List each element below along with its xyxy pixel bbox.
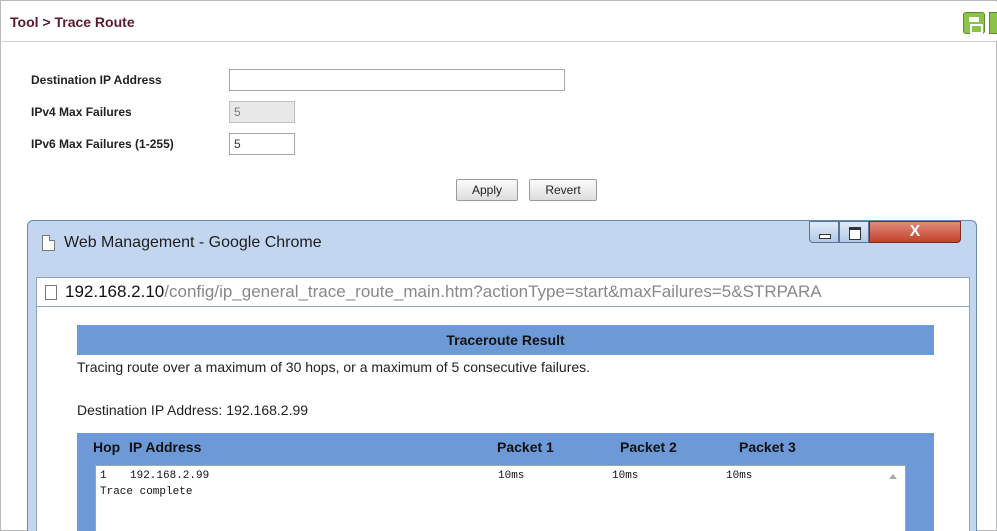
scroll-up-arrow-icon[interactable]	[889, 474, 897, 479]
window-title: Web Management - Google Chrome	[64, 234, 322, 251]
minimize-button[interactable]	[809, 221, 839, 243]
page-icon	[45, 285, 57, 300]
destination-line: Destination IP Address: 192.168.2.99	[77, 402, 308, 418]
row-packet-1: 10ms	[498, 470, 525, 482]
close-button[interactable]: X	[869, 221, 961, 243]
ipv4-max-failures-label: IPv4 Max Failures	[31, 105, 132, 119]
page-header: Tool > Trace Route	[2, 2, 997, 42]
page-icon	[42, 235, 55, 251]
row-hop: 1	[100, 470, 107, 482]
destination-value: 192.168.2.99	[226, 402, 309, 418]
ipv6-row: IPv6 Max Failures (1-255)	[31, 133, 311, 155]
column-packet-3: Packet 3	[739, 439, 796, 455]
column-packet-1: Packet 1	[497, 439, 554, 455]
dest-ip-row: Destination IP Address	[31, 69, 571, 91]
results-table: Hop IP Address Packet 1 Packet 2 Packet …	[77, 433, 934, 531]
row-packet-2: 10ms	[612, 470, 639, 482]
column-ip-address: IP Address	[129, 439, 202, 455]
ipv6-max-failures-label: IPv6 Max Failures (1-255)	[31, 137, 174, 151]
url-path: /config/ip_general_trace_route_main.htm?…	[164, 282, 822, 301]
dest-ip-label: Destination IP Address	[31, 73, 162, 87]
popup-content: Traceroute Result Tracing route over a m…	[36, 307, 970, 531]
help-icon[interactable]	[989, 12, 997, 34]
address-bar[interactable]: 192.168.2.10/config/ip_general_trace_rou…	[36, 277, 970, 307]
url-text: 192.168.2.10/config/ip_general_trace_rou…	[65, 282, 822, 302]
apply-button[interactable]: Apply	[456, 179, 518, 201]
ipv6-max-failures-input[interactable]	[229, 133, 295, 155]
trace-complete-text: Trace complete	[100, 486, 193, 498]
trace-output-box[interactable]: 1 192.168.2.99 10ms 10ms 10ms Trace comp…	[95, 465, 906, 531]
column-packet-2: Packet 2	[620, 439, 677, 455]
revert-button[interactable]: Revert	[529, 179, 597, 201]
destination-label: Destination IP Address:	[77, 402, 223, 418]
ipv4-row: IPv4 Max Failures	[31, 101, 311, 123]
page-title: Tool > Trace Route	[10, 14, 135, 30]
window-titlebar[interactable]: Web Management - Google Chrome X	[28, 221, 976, 265]
tracing-description: Tracing route over a maximum of 30 hops,…	[77, 359, 591, 375]
column-hop: Hop	[93, 439, 121, 455]
url-host: 192.168.2.10	[65, 282, 165, 301]
row-ip: 192.168.2.99	[130, 470, 210, 482]
main-frame: Tool > Trace Route Destination IP Addres…	[0, 0, 997, 531]
result-title: Traceroute Result	[77, 325, 934, 355]
row-packet-3: 10ms	[726, 470, 753, 482]
maximize-button[interactable]	[839, 221, 869, 243]
ipv4-max-failures-input	[229, 101, 295, 123]
dest-ip-input[interactable]	[229, 69, 565, 91]
browser-popup-window: Web Management - Google Chrome X 192.168…	[27, 220, 977, 531]
save-icon[interactable]	[963, 12, 985, 34]
